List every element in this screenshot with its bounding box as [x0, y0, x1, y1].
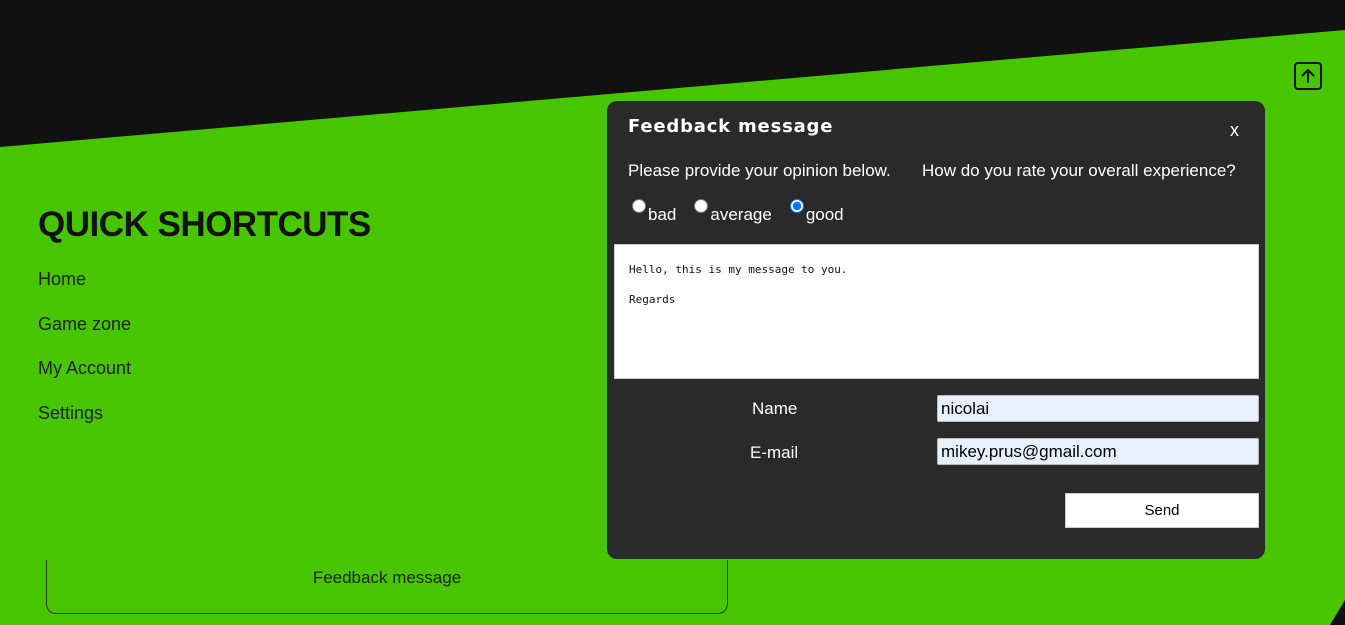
feedback-modal: Feedback message x Please provide your o…	[607, 101, 1265, 559]
shortcut-link-my-account[interactable]: My Account	[38, 358, 371, 403]
rating-label-bad: bad	[648, 205, 677, 224]
rating-radio-bad[interactable]	[632, 199, 646, 213]
rating-option-bad[interactable]: bad	[632, 199, 676, 225]
rating-radio-good[interactable]	[789, 199, 804, 213]
quick-shortcuts-section: QUICK SHORTCUTS Home Game zone My Accoun…	[38, 205, 371, 447]
name-label: Name	[752, 399, 798, 418]
email-input[interactable]	[937, 438, 1259, 465]
feedback-message-tab[interactable]: Feedback message	[46, 560, 728, 614]
email-label: E-mail	[750, 443, 799, 462]
close-button[interactable]: x	[1230, 120, 1239, 141]
shortcut-link-home[interactable]: Home	[38, 269, 371, 314]
shortcuts-list: Home Game zone My Account Settings	[38, 269, 371, 447]
rating-radio-average[interactable]	[694, 199, 709, 213]
shortcuts-title: QUICK SHORTCUTS	[38, 205, 371, 244]
modal-title: Feedback message	[628, 116, 834, 137]
rating-option-good[interactable]: good	[789, 199, 844, 225]
scroll-to-top-button[interactable]	[1294, 62, 1322, 90]
send-button[interactable]: Send	[1065, 493, 1259, 528]
arrow-up-icon	[1301, 69, 1315, 83]
rating-label-good: good	[805, 205, 844, 224]
rating-prompt: How do you rate your overall experience?	[922, 161, 1236, 180]
rating-label-average: average	[710, 205, 772, 224]
rating-option-average[interactable]: average	[694, 199, 772, 225]
feedback-tab-label: Feedback message	[312, 568, 462, 587]
name-input[interactable]	[937, 395, 1259, 422]
message-textarea[interactable]: Hello, this is my message to you. Regard…	[614, 244, 1259, 379]
shortcut-link-game-zone[interactable]: Game zone	[38, 314, 371, 359]
shortcut-link-settings[interactable]: Settings	[38, 403, 371, 448]
opinion-prompt: Please provide your opinion below.	[628, 161, 891, 180]
rating-group: bad average good	[632, 199, 862, 225]
